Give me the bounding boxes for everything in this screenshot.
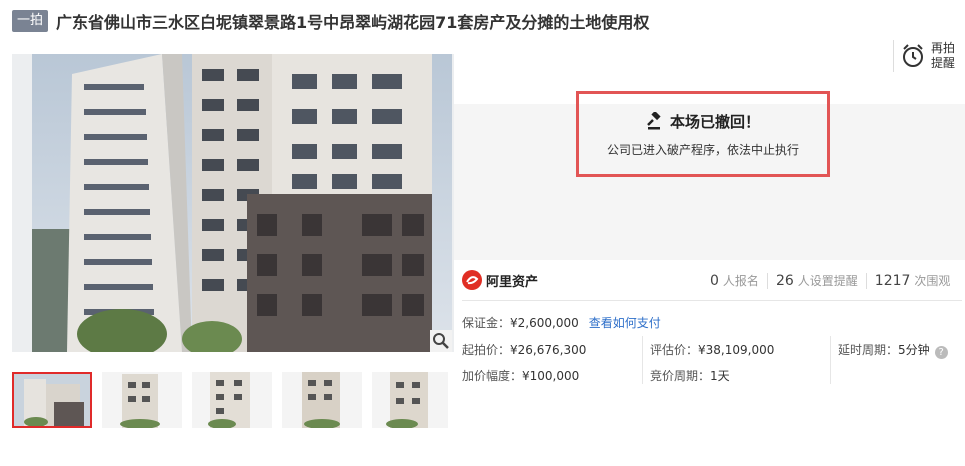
remind-button[interactable]: 再拍提醒	[893, 40, 963, 72]
delay-label: 延时周期：	[838, 343, 899, 357]
start-price-row: 起拍价：¥26,676,300	[462, 341, 586, 358]
remind-label: 再拍提醒	[931, 41, 956, 70]
stat-value: 0	[710, 273, 719, 289]
appraisal-row: 评估价：¥38,109,000	[650, 341, 774, 358]
magnifier-icon[interactable]	[430, 330, 452, 352]
status-title: 本场已撤回！	[669, 112, 760, 131]
stat-label: 次围观	[914, 274, 951, 288]
building-photo	[12, 54, 454, 352]
stat-label: 人报名	[722, 274, 759, 288]
page-title: 广东省佛山市三水区白坭镇翠景路1号中昂翠屿湖花园71套房产及分摊的土地使用权	[56, 13, 650, 32]
delay-value: 5分钟	[898, 343, 930, 357]
thumbnail-5[interactable]	[372, 372, 448, 428]
round-badge: 一拍	[12, 10, 49, 32]
cycle-row: 竞价周期：1天	[650, 367, 730, 384]
status-subtitle: 公司已进入破产程序，依法中止执行	[606, 142, 799, 157]
status-box: 本场已撤回！ 公司已进入破产程序，依法中止执行	[576, 91, 830, 177]
brand[interactable]: 阿里资产	[462, 270, 538, 290]
start-price-value: ¥26,676,300	[510, 343, 587, 357]
stat-views: 1217 次围观	[875, 272, 951, 289]
status-title-row: 本场已撤回！	[646, 111, 760, 132]
thumbnail-4[interactable]	[282, 372, 362, 428]
thumbnail-3[interactable]	[192, 372, 272, 428]
alarm-clock-icon	[903, 44, 923, 67]
stat-label: 人设置提醒	[797, 274, 858, 288]
stat-value: 1217	[874, 273, 911, 289]
increment-row: 加价幅度：¥100,000	[462, 367, 579, 384]
deposit-value: ¥2,600,000	[510, 316, 579, 330]
thumbnail-strip	[12, 372, 458, 428]
brand-name: 阿里资产	[486, 274, 539, 290]
cycle-label: 竞价周期：	[650, 369, 711, 383]
pay-help-link[interactable]: 查看如何支付	[589, 316, 661, 330]
start-price-label: 起拍价：	[462, 343, 511, 357]
divider	[462, 300, 962, 301]
alibaba-logo-icon	[462, 270, 482, 290]
main-photo[interactable]	[12, 54, 454, 352]
column-divider	[642, 336, 643, 384]
stat-value: 26	[775, 273, 794, 289]
thumbnail-1[interactable]	[12, 372, 92, 428]
stat-signups: 0 人报名	[710, 272, 759, 289]
appraisal-value: ¥38,109,000	[698, 343, 775, 357]
thumbnail-2[interactable]	[102, 372, 182, 428]
stat-reminders: 26 人设置提醒	[776, 272, 858, 289]
cycle-value: 1天	[710, 369, 730, 383]
column-divider	[830, 336, 831, 384]
deposit-label: 保证金：	[462, 316, 511, 330]
stat-divider	[766, 272, 768, 289]
stats: 0 人报名 26 人设置提醒 1217 次围观	[710, 272, 950, 289]
appraisal-label: 评估价：	[650, 343, 699, 357]
stat-divider	[865, 272, 867, 289]
question-icon[interactable]: ?	[934, 346, 948, 359]
deposit-row: 保证金：¥2,600,000 查看如何支付	[462, 314, 661, 331]
auction-gavel-icon	[647, 112, 661, 130]
status-panel: 本场已撤回！ 公司已进入破产程序，依法中止执行	[454, 91, 965, 260]
increment-label: 加价幅度：	[462, 369, 523, 383]
delay-row: 延时周期：5分钟?	[838, 341, 948, 359]
increment-value: ¥100,000	[522, 369, 580, 383]
title-row: 一拍 广东省佛山市三水区白坭镇翠景路1号中昂翠屿湖花园71套房产及分摊的土地使用…	[12, 9, 649, 33]
